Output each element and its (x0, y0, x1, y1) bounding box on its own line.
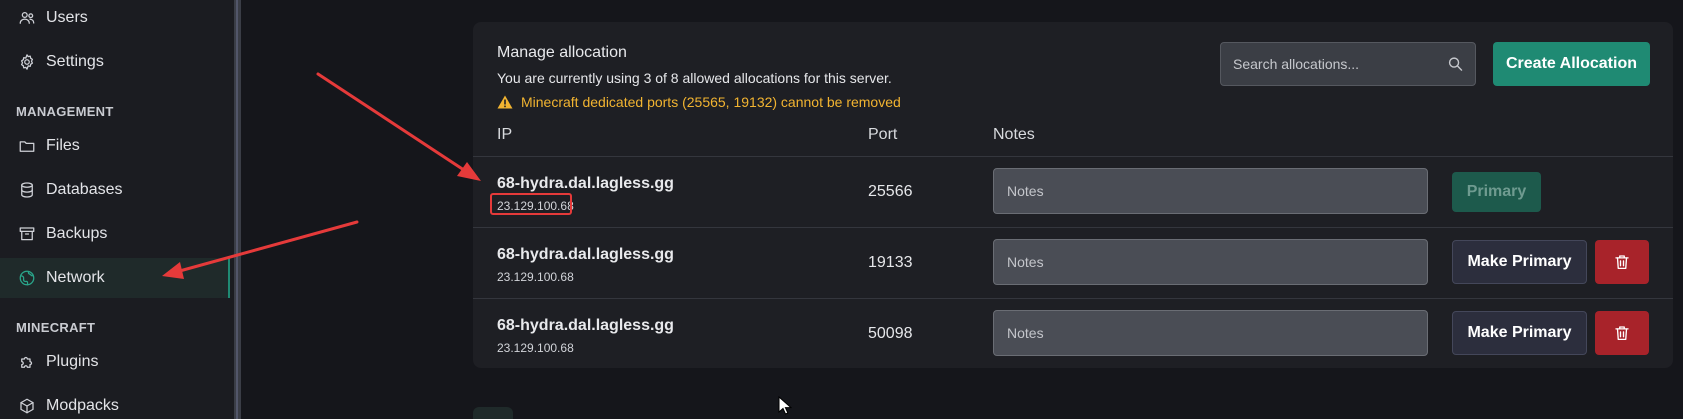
sidebar-item-settings[interactable]: Settings (0, 42, 230, 82)
puzzle-icon (17, 353, 36, 372)
mouse-cursor-icon (778, 396, 792, 415)
sidebar-item-files[interactable]: Files (0, 126, 230, 166)
allocation-ip: 23.129.100.68 (497, 270, 574, 284)
column-header-port: Port (868, 126, 898, 143)
package-icon (17, 397, 36, 416)
delete-allocation-button[interactable] (1595, 240, 1649, 284)
allocation-hostname: 68-hydra.dal.lagless.gg (497, 175, 674, 192)
create-allocation-button[interactable]: Create Allocation (1493, 42, 1650, 86)
allocation-warning: Minecraft dedicated ports (25565, 19132)… (497, 94, 901, 110)
sidebar-item-modpacks[interactable]: Modpacks (0, 386, 230, 419)
sidebar-item-label: Modpacks (46, 397, 119, 414)
users-icon (17, 9, 36, 28)
allocation-notes-input[interactable] (993, 310, 1428, 356)
allocation-hostname: 68-hydra.dal.lagless.gg (497, 246, 674, 263)
make-primary-button[interactable]: Make Primary (1452, 240, 1587, 284)
allocation-row: 68-hydra.dal.lagless.gg 23.129.100.68 19… (473, 227, 1673, 298)
archive-icon (17, 225, 36, 244)
sidebar-item-label: Databases (46, 181, 123, 198)
search-allocations (1220, 42, 1476, 86)
annotation-highlight-box (490, 193, 572, 215)
sidebar-item-databases[interactable]: Databases (0, 170, 230, 210)
gear-icon (17, 53, 36, 72)
sidebar-item-label: Network (46, 269, 105, 286)
allocation-port: 50098 (868, 325, 913, 342)
sidebar-item-label: Backups (46, 225, 108, 242)
annotation-arrow-to-ip (316, 72, 472, 176)
sidebar-item-label: Plugins (46, 353, 99, 370)
sidebar-section-minecraft: MINECRAFT (16, 320, 96, 335)
sidebar-item-label: Files (46, 137, 80, 154)
allocation-notes-input[interactable] (993, 168, 1428, 214)
folder-icon (17, 137, 36, 156)
column-header-notes: Notes (993, 126, 1035, 143)
search-icon[interactable] (1448, 56, 1463, 72)
sidebar-item-plugins[interactable]: Plugins (0, 342, 230, 382)
sidebar-item-users[interactable]: Users (0, 0, 230, 38)
app-root: Users Settings MANAGEMENT Files Database… (0, 0, 1683, 419)
sidebar-section-management: MANAGEMENT (16, 104, 114, 119)
allocation-usage-text: You are currently using 3 of 8 allowed a… (497, 70, 892, 86)
database-icon (17, 181, 36, 200)
next-card-edge (473, 407, 513, 419)
allocation-row: 68-hydra.dal.lagless.gg 23.129.100.68 25… (473, 156, 1673, 227)
allocation-row: 68-hydra.dal.lagless.gg 23.129.100.68 50… (473, 298, 1673, 369)
sidebar-scrollbar[interactable] (234, 0, 241, 419)
trash-icon (1615, 326, 1629, 341)
allocation-ip: 23.129.100.68 (497, 341, 574, 355)
sidebar-item-label: Users (46, 9, 88, 26)
allocation-warning-text: Minecraft dedicated ports (25565, 19132)… (521, 94, 901, 110)
allocation-hostname: 68-hydra.dal.lagless.gg (497, 317, 674, 334)
allocation-port: 25566 (868, 183, 913, 200)
allocation-notes-input[interactable] (993, 239, 1428, 285)
sidebar-item-backups[interactable]: Backups (0, 214, 230, 254)
globe-icon (17, 269, 36, 288)
make-primary-button[interactable]: Make Primary (1452, 311, 1587, 355)
sidebar-item-network[interactable]: Network (0, 258, 230, 298)
sidebar: Users Settings MANAGEMENT Files Database… (0, 0, 234, 419)
delete-allocation-button[interactable] (1595, 311, 1649, 355)
search-input[interactable] (1233, 56, 1449, 72)
allocation-port: 19133 (868, 254, 913, 271)
sidebar-item-label: Settings (46, 53, 104, 70)
allocation-title: Manage allocation (497, 44, 627, 61)
warning-icon (497, 95, 513, 109)
allocation-card: Manage allocation You are currently usin… (473, 22, 1673, 368)
primary-badge-button: Primary (1452, 172, 1541, 212)
trash-icon (1615, 255, 1629, 270)
column-header-ip: IP (497, 126, 513, 143)
